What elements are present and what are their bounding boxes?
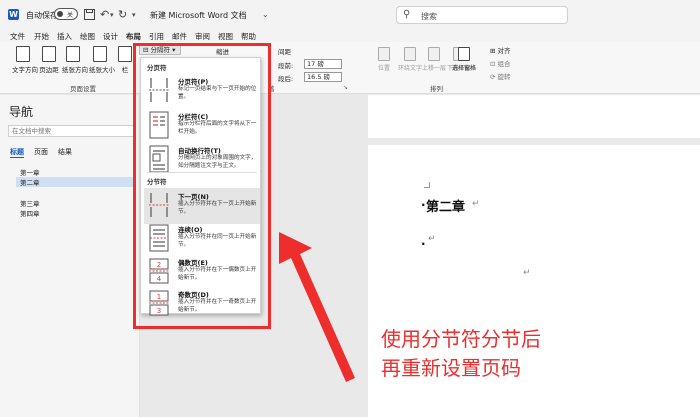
- annotation-arrow-icon: [279, 232, 355, 382]
